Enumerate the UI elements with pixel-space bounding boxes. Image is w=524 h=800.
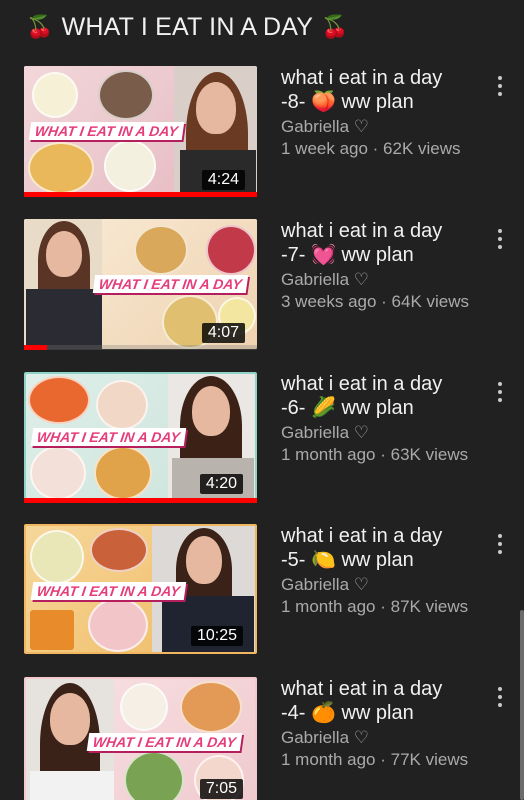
video-meta[interactable]: what i eat in a day -4- 🍊 ww plan Gabrie… (281, 677, 476, 771)
video-title-line1: what i eat in a day (281, 220, 443, 242)
duration-badge: 4:07 (201, 323, 245, 343)
shirt-shape (26, 289, 102, 349)
plate-image (94, 446, 152, 500)
playlist-title-text: WHAT I EAT IN A DAY (61, 12, 314, 41)
video-title[interactable]: what i eat in a day -6- 🌽 ww plan (281, 372, 476, 420)
video-title-line2: -7- 💓 ww plan (281, 244, 414, 266)
more-vert-icon[interactable] (490, 225, 510, 253)
playlist-title: 🍒 WHAT I EAT IN A DAY 🍒 (26, 10, 349, 44)
video-title-line1: what i eat in a day (281, 678, 443, 700)
more-vert-icon[interactable] (490, 72, 510, 100)
more-vert-icon[interactable] (490, 378, 510, 406)
channel-name[interactable]: Gabriella ♡ (281, 422, 476, 444)
plate-image (134, 225, 188, 275)
video-title-line1: what i eat in a day (281, 67, 443, 89)
plate-image (88, 598, 148, 652)
package-image (30, 610, 74, 650)
plate-image (28, 376, 90, 424)
video-stats: 3 weeks ago · 64K views (281, 292, 470, 311)
plate-image (28, 142, 94, 194)
face-shape (46, 231, 82, 277)
plate-image (32, 72, 78, 118)
video-title-line2: -6- 🌽 ww plan (281, 397, 414, 419)
more-vert-icon[interactable] (490, 683, 510, 711)
watch-progress-fill (24, 192, 257, 197)
watch-progress-bar (24, 192, 257, 197)
channel-name[interactable]: Gabriella ♡ (281, 574, 476, 596)
watch-progress-bar (24, 345, 257, 350)
video-title-line2: -4- 🍊 ww plan (281, 702, 414, 724)
video-title-line2: -8- 🍑 ww plan (281, 91, 414, 113)
video-item[interactable]: WHAT I EAT IN A DAY 4:20 what i eat in a… (0, 372, 524, 503)
face-shape (196, 82, 236, 134)
video-stats: 1 month ago · 77K views (281, 750, 469, 769)
scrollbar[interactable] (520, 610, 524, 800)
face-shape (186, 536, 222, 584)
video-title[interactable]: what i eat in a day -5- 🍋 ww plan (281, 524, 476, 572)
video-title-line1: what i eat in a day (281, 373, 443, 395)
face-shape (192, 386, 230, 436)
video-thumbnail[interactable]: WHAT I EAT IN A DAY 4:24 (24, 66, 257, 196)
plate-image (124, 751, 184, 800)
plate-image (30, 530, 84, 584)
video-thumbnail[interactable]: WHAT I EAT IN A DAY 7:05 (24, 677, 257, 800)
video-thumbnail[interactable]: WHAT I EAT IN A DAY 4:20 (24, 372, 257, 502)
creator-photo (24, 219, 102, 349)
watch-progress-fill (24, 345, 48, 350)
plate-image (104, 140, 156, 192)
plate-image (96, 380, 148, 430)
duration-badge: 10:25 (190, 626, 243, 646)
video-title[interactable]: what i eat in a day -4- 🍊 ww plan (281, 677, 476, 725)
video-title-line1: what i eat in a day (281, 525, 443, 547)
duration-badge: 4:24 (201, 170, 245, 190)
plate-image (180, 681, 242, 733)
plate-image (206, 225, 256, 275)
thumbnail-banner: WHAT I EAT IN A DAY (92, 275, 249, 293)
video-stats: 1 week ago · 62K views (281, 139, 461, 158)
thumbnail-banner: WHAT I EAT IN A DAY (30, 582, 187, 600)
more-vert-icon[interactable] (490, 530, 510, 558)
watch-progress-fill (24, 498, 257, 503)
video-stats: 1 month ago · 87K views (281, 597, 469, 616)
video-thumbnail[interactable]: WHAT I EAT IN A DAY 10:25 (24, 524, 257, 654)
shirt-shape (30, 771, 116, 800)
video-meta[interactable]: what i eat in a day -7- 💓 ww plan Gabrie… (281, 219, 476, 313)
plate-image (30, 446, 86, 500)
video-item[interactable]: WHAT I EAT IN A DAY 4:24 what i eat in a… (0, 66, 524, 197)
video-thumbnail[interactable]: WHAT I EAT IN A DAY 4:07 (24, 219, 257, 349)
thumbnail-banner: WHAT I EAT IN A DAY (30, 428, 187, 446)
video-meta[interactable]: what i eat in a day -8- 🍑 ww plan Gabrie… (281, 66, 476, 160)
cherry-icon: 🍒 (321, 14, 349, 39)
plate-image (90, 528, 148, 572)
channel-name[interactable]: Gabriella ♡ (281, 269, 476, 291)
thumbnail-banner: WHAT I EAT IN A DAY (28, 122, 185, 140)
duration-badge: 7:05 (199, 779, 243, 799)
video-item[interactable]: WHAT I EAT IN A DAY 4:07 what i eat in a… (0, 219, 524, 350)
thumbnail-banner: WHAT I EAT IN A DAY (86, 733, 243, 751)
duration-badge: 4:20 (199, 474, 243, 494)
plate-image (98, 70, 154, 120)
video-item[interactable]: WHAT I EAT IN A DAY 7:05 what i eat in a… (0, 677, 524, 800)
plate-image (120, 683, 168, 731)
video-meta[interactable]: what i eat in a day -6- 🌽 ww plan Gabrie… (281, 372, 476, 466)
channel-name[interactable]: Gabriella ♡ (281, 116, 476, 138)
cherry-icon: 🍒 (26, 14, 54, 39)
playlist-page: 🍒 WHAT I EAT IN A DAY 🍒 WHAT I EAT IN A … (0, 0, 524, 800)
video-meta[interactable]: what i eat in a day -5- 🍋 ww plan Gabrie… (281, 524, 476, 618)
video-title[interactable]: what i eat in a day -7- 💓 ww plan (281, 219, 476, 267)
watch-progress-bar (24, 498, 257, 503)
channel-name[interactable]: Gabriella ♡ (281, 727, 476, 749)
video-title[interactable]: what i eat in a day -8- 🍑 ww plan (281, 66, 476, 114)
video-stats: 1 month ago · 63K views (281, 445, 469, 464)
video-item[interactable]: WHAT I EAT IN A DAY 10:25 what i eat in … (0, 524, 524, 654)
video-title-line2: -5- 🍋 ww plan (281, 549, 414, 571)
face-shape (50, 693, 90, 745)
